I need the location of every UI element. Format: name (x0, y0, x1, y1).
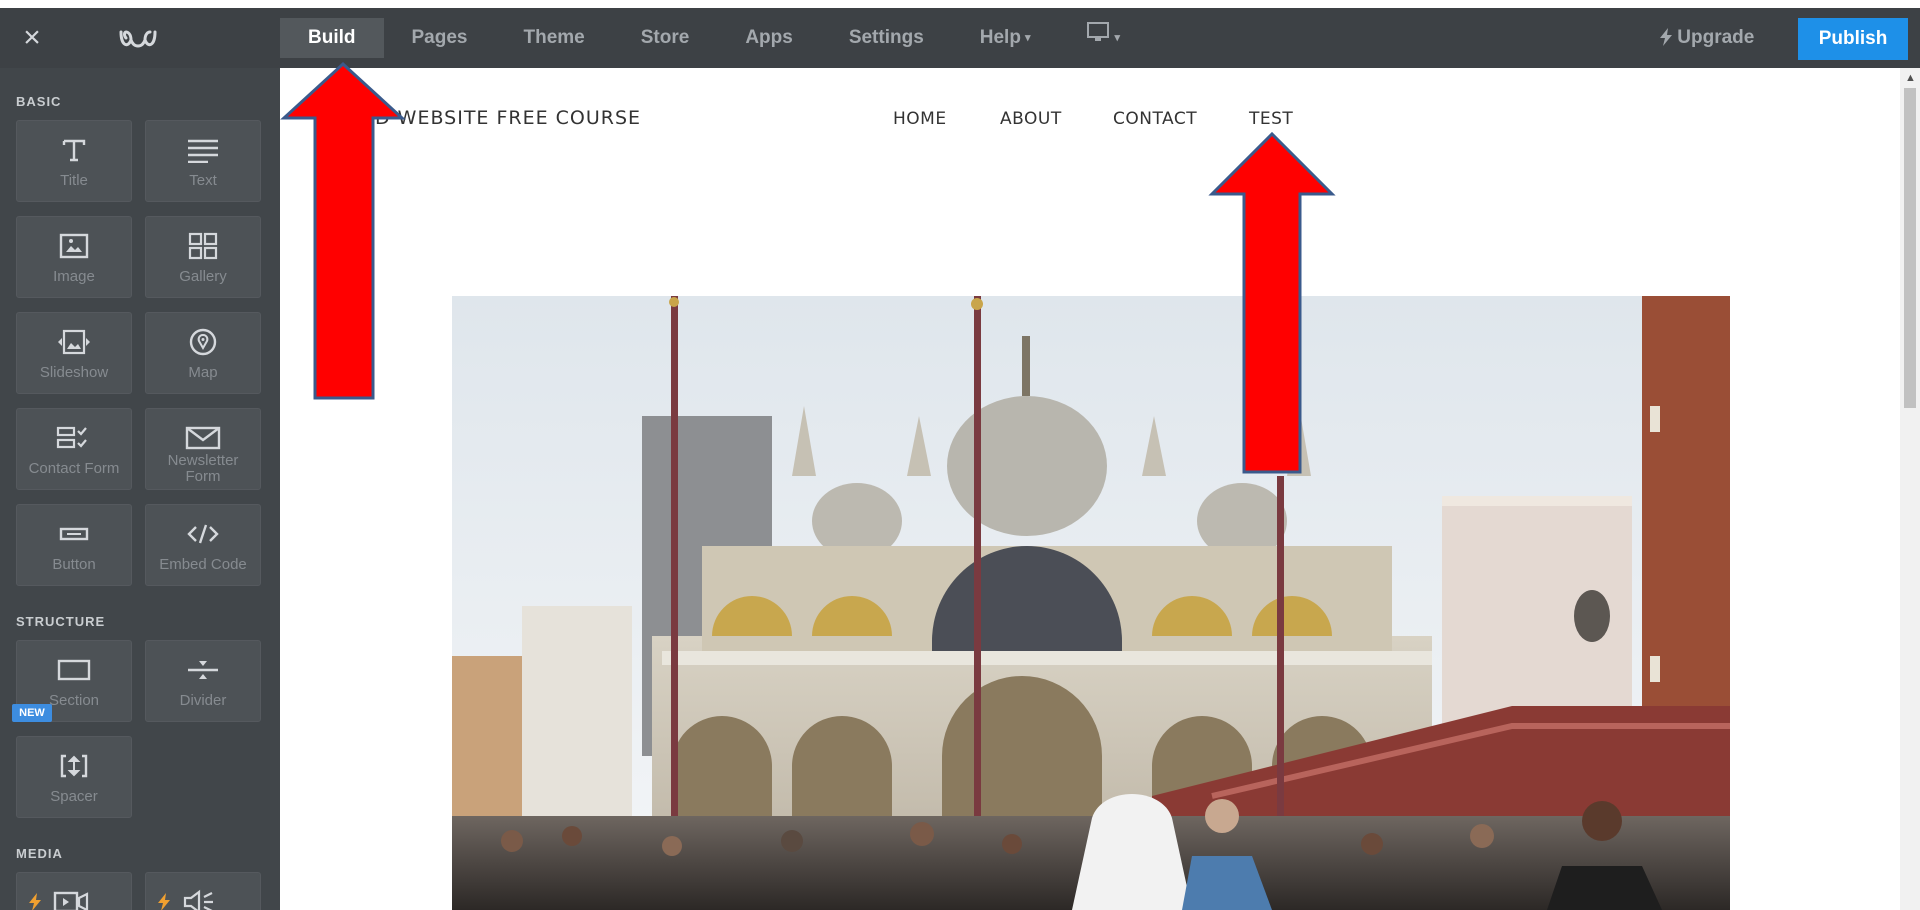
window-top-strip (0, 0, 1920, 8)
element-spacer[interactable]: Spacer (16, 736, 132, 818)
button-icon (17, 519, 131, 549)
desktop-monitor-icon (1086, 18, 1110, 58)
element-gallery[interactable]: Gallery (145, 216, 261, 298)
scroll-up-arrow-icon[interactable]: ▲ (1905, 72, 1916, 84)
site-nav-test[interactable]: TEST (1249, 109, 1293, 129)
slideshow-icon (17, 327, 131, 357)
element-divider[interactable]: Divider (145, 640, 261, 722)
element-embed-code[interactable]: Embed Code (145, 504, 261, 586)
tab-store[interactable]: Store (613, 18, 718, 58)
tile-label: Gallery (179, 268, 227, 285)
tab-apps[interactable]: Apps (717, 18, 821, 58)
element-text[interactable]: Text (145, 120, 261, 202)
tile-label: Slideshow (39, 364, 109, 381)
tab-help[interactable]: Help ▾ (952, 18, 1059, 58)
tab-settings[interactable]: Settings (821, 18, 952, 58)
section-heading-structure: STRUCTURE (16, 614, 106, 629)
video-icon (17, 887, 131, 910)
close-icon[interactable]: × (14, 23, 50, 54)
element-contact-form[interactable]: Contact Form (16, 408, 132, 490)
tile-label: Map (188, 364, 218, 381)
element-image[interactable]: Image (16, 216, 132, 298)
section-heading-media: MEDIA (16, 846, 63, 861)
element-slideshow[interactable]: Slideshow (16, 312, 132, 394)
element-title[interactable]: Title (16, 120, 132, 202)
tile-label: Button (52, 556, 96, 573)
tile-label: Embed Code (159, 556, 247, 573)
chevron-down-icon: ▾ (1024, 32, 1031, 44)
chevron-down-icon: ▾ (1114, 32, 1121, 44)
spacer-icon (17, 751, 131, 781)
image-icon (17, 231, 131, 261)
tile-label: Divider (179, 692, 227, 709)
tile-label: Text (189, 172, 217, 189)
site-title[interactable]: D WEBSITE FREE COURSE (375, 107, 641, 129)
upgrade-label: Upgrade (1677, 27, 1755, 48)
site-nav-about[interactable]: ABOUT (1000, 109, 1062, 129)
new-badge: NEW (12, 704, 52, 722)
lightning-icon (1660, 27, 1677, 48)
text-lines-icon (146, 135, 260, 165)
site-nav-home[interactable]: HOME (893, 109, 947, 129)
tile-label-line: Form (185, 468, 221, 485)
tile-label: Contact Form (28, 460, 120, 477)
tile-label: Spacer (50, 788, 98, 805)
canvas-scrollbar[interactable]: ▲ (1900, 68, 1920, 910)
tab-pages[interactable]: Pages (384, 18, 496, 58)
help-label: Help (979, 27, 1021, 48)
divider-icon (146, 655, 260, 685)
device-preview-button[interactable]: ▾ (1058, 18, 1148, 58)
site-nav-contact[interactable]: CONTACT (1113, 109, 1197, 129)
hero-image[interactable] (452, 296, 1730, 910)
upgrade-button[interactable]: Upgrade (1660, 28, 1754, 58)
element-audio[interactable] (145, 872, 261, 910)
scrollbar-thumb[interactable] (1904, 88, 1916, 408)
editor-nav: Build Pages Theme Store Apps Settings He… (280, 18, 1148, 58)
elements-sidebar: BASIC Title Text Image Gallery Slideshow (0, 68, 280, 910)
element-button[interactable]: Button (16, 504, 132, 586)
element-newsletter-form[interactable]: Newsletter Form (145, 408, 261, 490)
tile-label: Image (53, 268, 95, 285)
tab-theme[interactable]: Theme (495, 18, 612, 58)
envelope-icon (146, 423, 260, 453)
tile-label: Title (60, 172, 88, 189)
weebly-logo-icon[interactable] (118, 28, 158, 52)
tab-build[interactable]: Build (280, 18, 384, 58)
element-map[interactable]: Map (145, 312, 261, 394)
title-t-icon (17, 135, 131, 165)
section-icon (17, 655, 131, 685)
code-brackets-icon (146, 519, 260, 549)
map-pin-icon (146, 327, 260, 357)
section-heading-basic: BASIC (16, 94, 62, 109)
gallery-grid-icon (146, 231, 260, 261)
publish-button[interactable]: Publish (1798, 18, 1908, 60)
tile-label: Newsletter Form (146, 453, 260, 485)
audio-speaker-icon (146, 887, 260, 910)
editor-toolbar: × Build Pages Theme Store Apps Settings … (0, 8, 1920, 68)
contact-form-icon (17, 423, 131, 453)
tile-label-line: Newsletter (167, 452, 239, 469)
element-video[interactable] (16, 872, 132, 910)
